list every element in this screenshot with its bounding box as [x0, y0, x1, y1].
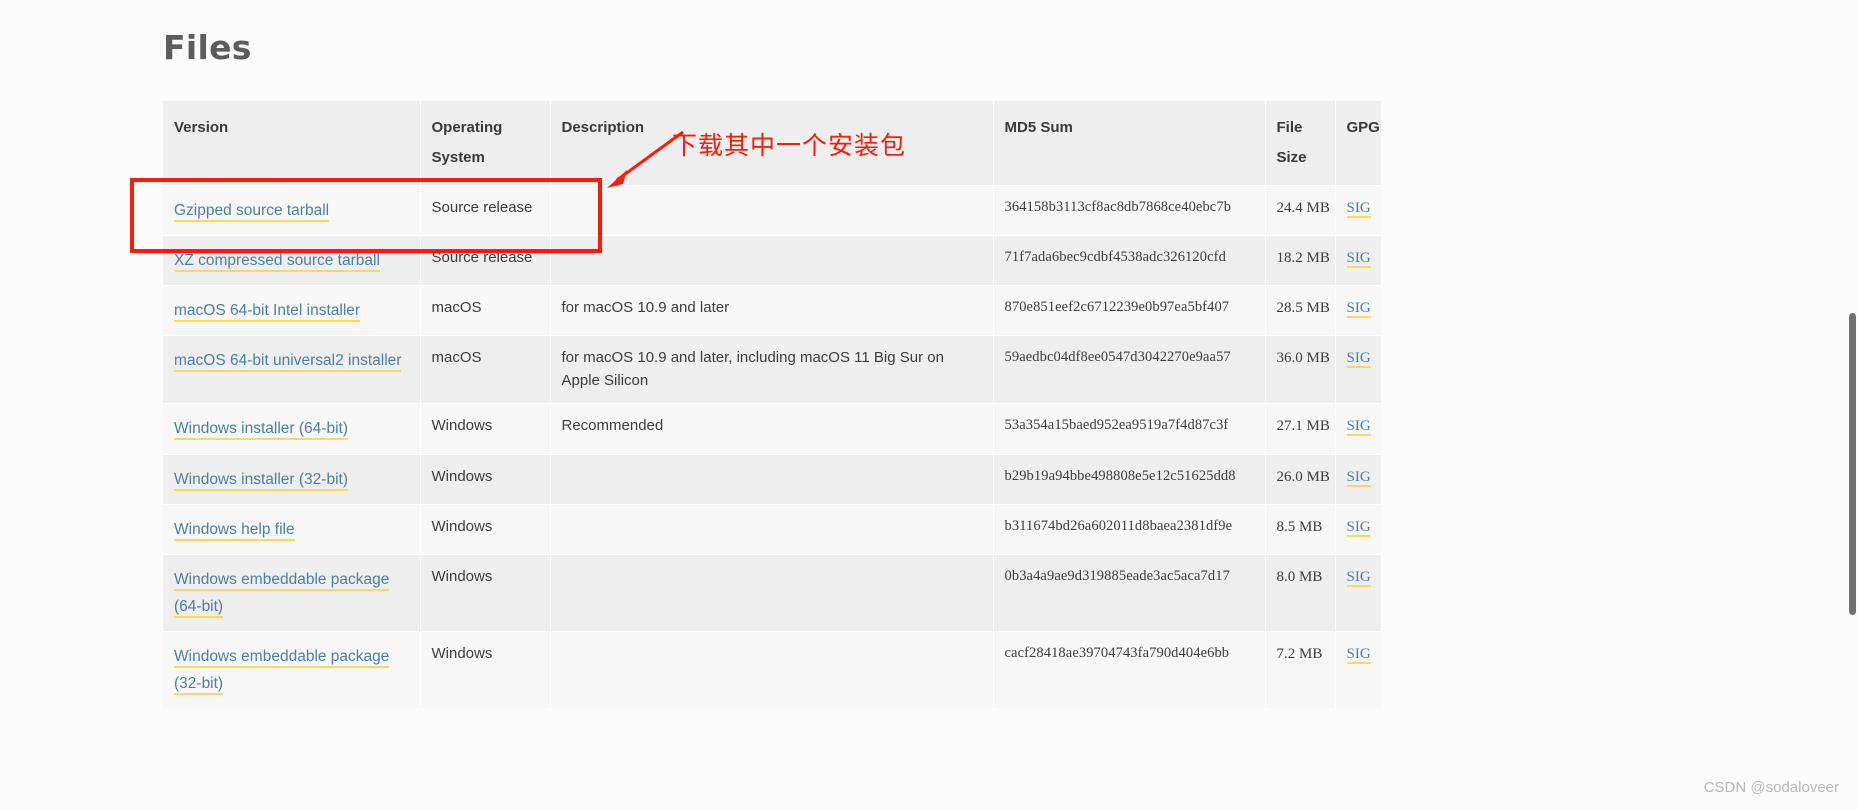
file-download-link[interactable]: Windows installer (32-bit) — [174, 471, 348, 491]
table-row: Gzipped source tarball Source release 3641… — [163, 186, 1381, 236]
cell-file-size: 8.0 MB — [1265, 554, 1335, 631]
cell-version: Windows installer (32-bit) — [163, 454, 420, 504]
cell-description — [550, 454, 993, 504]
cell-version: Gzipped source tarball — [163, 186, 420, 236]
cell-file-size: 36.0 MB — [1265, 336, 1335, 404]
gpg-signature-link[interactable]: SIG — [1347, 200, 1371, 218]
page-title: Files — [163, 28, 1381, 67]
table-row: Windows embeddable package (32-bit) Windo… — [163, 632, 1381, 709]
cell-operating-system: Windows — [420, 554, 550, 631]
annotation-text: 下载其中一个安装包 — [672, 126, 906, 162]
cell-version: macOS 64-bit universal2 installer — [163, 336, 420, 404]
cell-operating-system: Windows — [420, 504, 550, 554]
table-row: Windows help file Windows b311674bd26a6020… — [163, 504, 1381, 554]
file-download-link[interactable]: Gzipped source tarball — [174, 202, 329, 222]
file-download-link[interactable]: macOS 64-bit universal2 installer — [174, 352, 401, 372]
cell-operating-system: Windows — [420, 404, 550, 454]
cell-file-size: 26.0 MB — [1265, 454, 1335, 504]
cell-gpg: SIG — [1335, 236, 1381, 286]
table-row: XZ compressed source tarball Source relea… — [163, 236, 1381, 286]
cell-operating-system: Source release — [420, 186, 550, 236]
cell-description — [550, 554, 993, 631]
cell-description — [550, 504, 993, 554]
cell-file-size: 24.4 MB — [1265, 186, 1335, 236]
cell-gpg: SIG — [1335, 404, 1381, 454]
files-table: Version Operating System Description MD5… — [163, 101, 1381, 708]
cell-md5-sum: 870e851eef2c6712239e0b97ea5bf407 — [993, 286, 1265, 336]
cell-description — [550, 186, 993, 236]
cell-operating-system: macOS — [420, 286, 550, 336]
cell-description — [550, 236, 993, 286]
gpg-signature-link[interactable]: SIG — [1347, 519, 1371, 537]
column-header-os: Operating System — [420, 101, 550, 186]
cell-gpg: SIG — [1335, 504, 1381, 554]
cell-gpg: SIG — [1335, 286, 1381, 336]
cell-md5-sum: 0b3a4a9ae9d319885eade3ac5aca7d17 — [993, 554, 1265, 631]
cell-file-size: 28.5 MB — [1265, 286, 1335, 336]
column-header-md5: MD5 Sum — [993, 101, 1265, 186]
cell-file-size: 8.5 MB — [1265, 504, 1335, 554]
cell-md5-sum: 71f7ada6bec9cdbf4538adc326120cfd — [993, 236, 1265, 286]
cell-operating-system: macOS — [420, 336, 550, 404]
cell-gpg: SIG — [1335, 454, 1381, 504]
table-row: macOS 64-bit universal2 installer macOSfo… — [163, 336, 1381, 404]
cell-version: Windows help file — [163, 504, 420, 554]
cell-file-size: 27.1 MB — [1265, 404, 1335, 454]
cell-md5-sum: 364158b3113cf8ac8db7868ce40ebc7b — [993, 186, 1265, 236]
table-row: macOS 64-bit Intel installer macOSfor mac… — [163, 286, 1381, 336]
cell-md5-sum: 59aedbc04df8ee0547d3042270e9aa57 — [993, 336, 1265, 404]
table-row: Windows installer (64-bit) WindowsRecomme… — [163, 404, 1381, 454]
cell-version: XZ compressed source tarball — [163, 236, 420, 286]
file-download-link[interactable]: Windows embeddable package (64-bit) — [174, 571, 389, 618]
page-background: Files Version Operating System Descripti… — [0, 0, 1857, 810]
cell-md5-sum: cacf28418ae39704743fa790d404e6bb — [993, 632, 1265, 709]
cell-version: Windows embeddable package (64-bit) — [163, 554, 420, 631]
watermark: CSDN @sodaloveer — [1704, 779, 1839, 796]
gpg-signature-link[interactable]: SIG — [1347, 569, 1371, 587]
cell-version: macOS 64-bit Intel installer — [163, 286, 420, 336]
gpg-signature-link[interactable]: SIG — [1347, 469, 1371, 487]
gpg-signature-link[interactable]: SIG — [1347, 300, 1371, 318]
cell-gpg: SIG — [1335, 336, 1381, 404]
cell-description: for macOS 10.9 and later — [550, 286, 993, 336]
cell-file-size: 7.2 MB — [1265, 632, 1335, 709]
file-download-link[interactable]: Windows installer (64-bit) — [174, 420, 348, 440]
column-header-version: Version — [163, 101, 420, 186]
cell-description: Recommended — [550, 404, 993, 454]
cell-operating-system: Windows — [420, 454, 550, 504]
file-download-link[interactable]: macOS 64-bit Intel installer — [174, 302, 360, 322]
cell-gpg: SIG — [1335, 554, 1381, 631]
table-row: Windows installer (32-bit) Windows b29b19a… — [163, 454, 1381, 504]
table-row: Windows embeddable package (64-bit) Windo… — [163, 554, 1381, 631]
cell-operating-system: Source release — [420, 236, 550, 286]
cell-description — [550, 632, 993, 709]
cell-description: for macOS 10.9 and later, including macO… — [550, 336, 993, 404]
gpg-signature-link[interactable]: SIG — [1347, 250, 1371, 268]
cell-md5-sum: b29b19a94bbe498808e5e12c51625dd8 — [993, 454, 1265, 504]
file-download-link[interactable]: Windows help file — [174, 521, 295, 541]
cell-gpg: SIG — [1335, 186, 1381, 236]
cell-version: Windows installer (64-bit) — [163, 404, 420, 454]
cell-md5-sum: 53a354a15baed952ea9519a7f4d87c3f — [993, 404, 1265, 454]
file-download-link[interactable]: Windows embeddable package (32-bit) — [174, 648, 389, 695]
scrollbar-track[interactable] — [1848, 0, 1857, 810]
gpg-signature-link[interactable]: SIG — [1347, 646, 1371, 664]
cell-version: Windows embeddable package (32-bit) — [163, 632, 420, 709]
table-body: Gzipped source tarball Source release 3641… — [163, 186, 1381, 709]
cell-md5-sum: b311674bd26a602011d8baea2381df9e — [993, 504, 1265, 554]
cell-file-size: 18.2 MB — [1265, 236, 1335, 286]
column-header-file-size: File Size — [1265, 101, 1335, 186]
file-download-link[interactable]: XZ compressed source tarball — [174, 252, 380, 272]
cell-gpg: SIG — [1335, 632, 1381, 709]
column-header-gpg: GPG — [1335, 101, 1381, 186]
cell-operating-system: Windows — [420, 632, 550, 709]
gpg-signature-link[interactable]: SIG — [1347, 418, 1371, 436]
scrollbar-thumb[interactable] — [1849, 313, 1856, 615]
gpg-signature-link[interactable]: SIG — [1347, 350, 1371, 368]
